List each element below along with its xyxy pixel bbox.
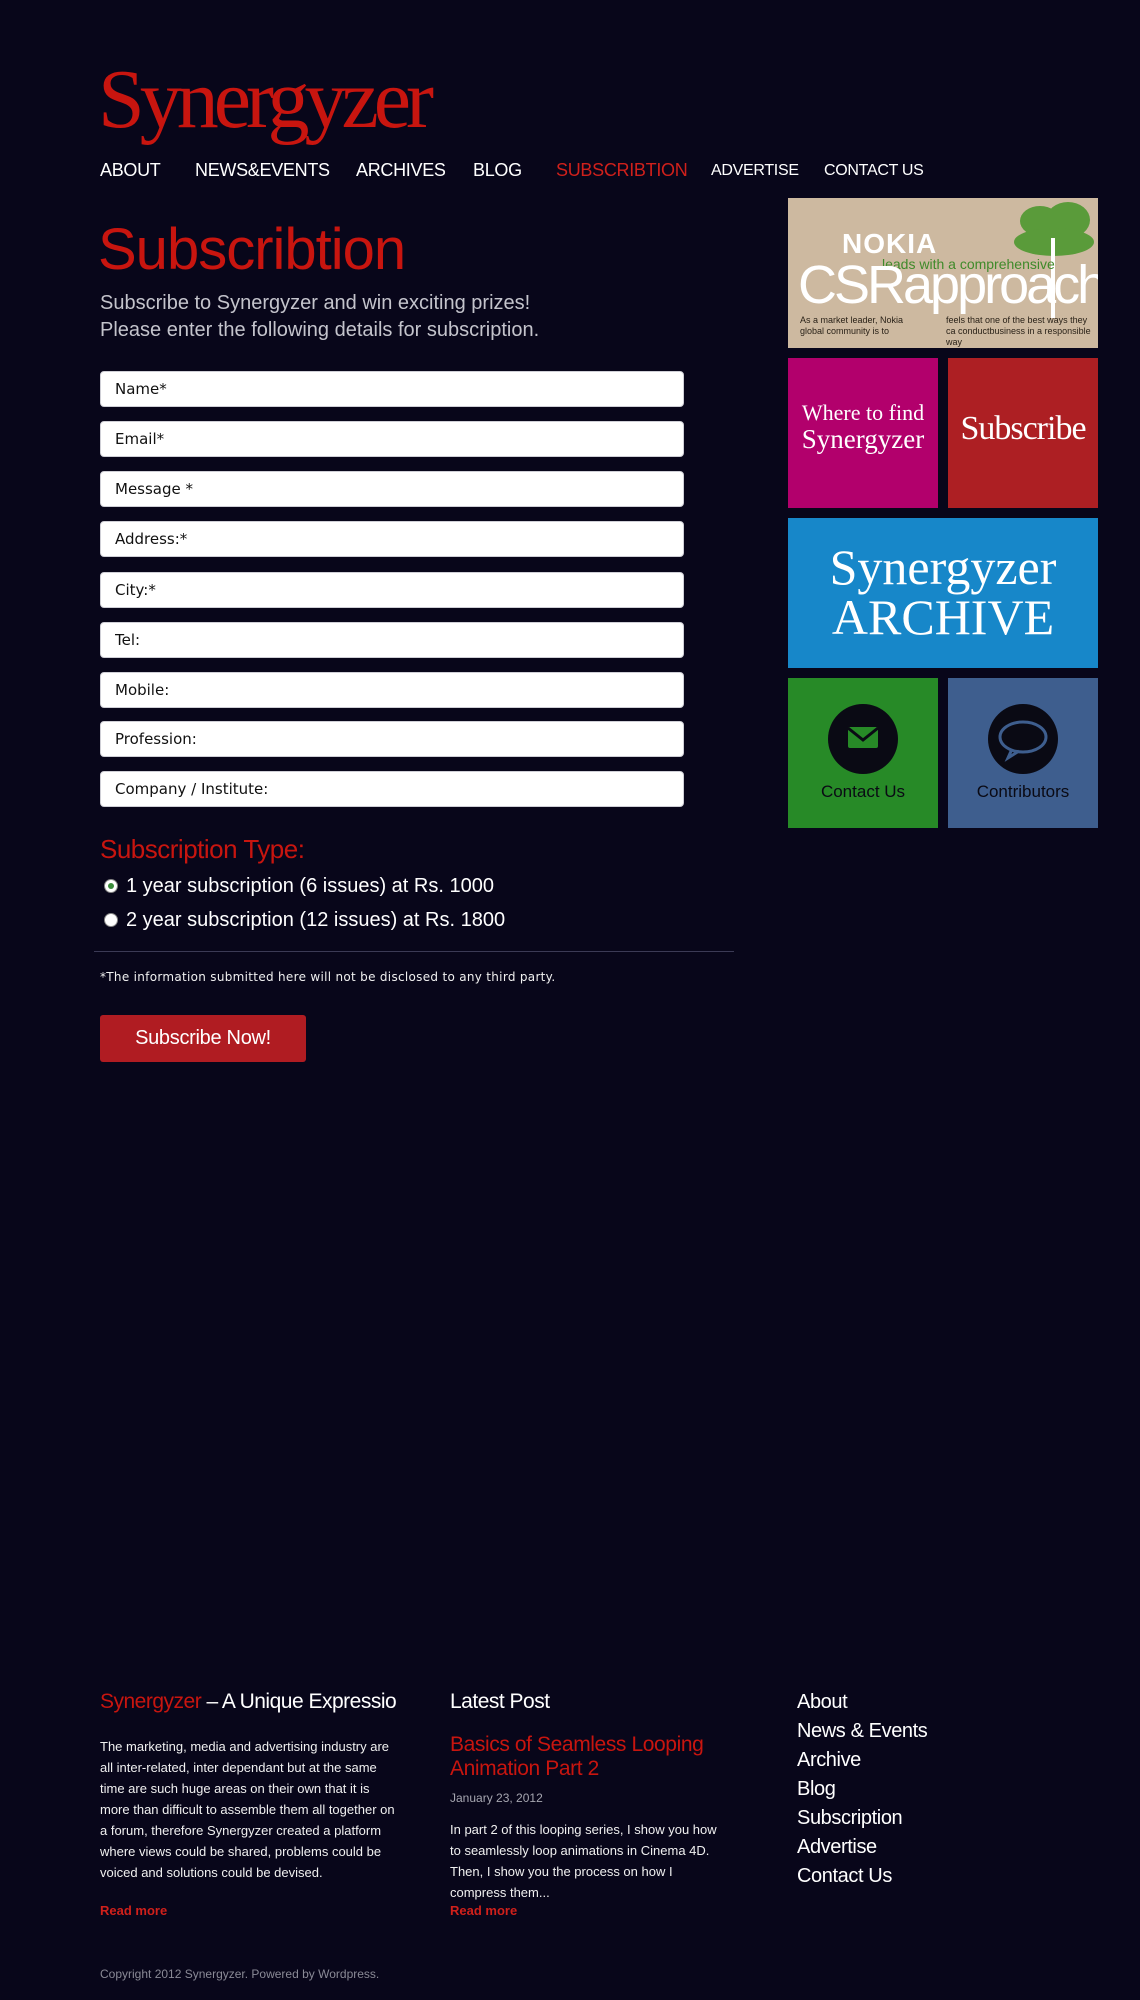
copyright-text: Copyright 2012 Synergyzer. Powered by Wo… — [100, 1967, 380, 1981]
latest-post-date: January 23, 2012 — [450, 1791, 543, 1805]
latest-post-read-more-link[interactable]: Read more — [450, 1903, 517, 1918]
profession-field[interactable] — [100, 721, 684, 757]
footer-about-title-rest: – A Unique Expressio — [201, 1690, 397, 1713]
footer-about-brand: Synergyzer — [100, 1690, 202, 1713]
footer-about-read-more-link[interactable]: Read more — [100, 1903, 167, 1918]
tel-field[interactable] — [100, 622, 684, 658]
nav-item-advertise[interactable]: ADVERTISE — [711, 162, 799, 180]
subscription-option-label: 1 year subscription (6 issues) at Rs. 10… — [126, 874, 494, 897]
intro-line-1: Subscribe to Synergyzer and win exciting… — [100, 292, 531, 314]
footer-link-advertise[interactable]: Advertise — [797, 1833, 927, 1862]
footer-link-news-events[interactable]: News & Events — [797, 1717, 928, 1746]
subscription-option-1-year[interactable]: 1 year subscription (6 issues) at Rs. 10… — [100, 873, 494, 899]
archive-tile-line-1: Synergyzer — [829, 539, 1057, 595]
subscribe-now-button[interactable]: Subscribe Now! — [100, 1015, 306, 1062]
intro-line-2: Please enter the following details for s… — [100, 319, 540, 341]
address-field[interactable] — [100, 521, 684, 557]
envelope-icon — [828, 704, 898, 774]
nav-item-subscribtion[interactable]: SUBSCRIBTION — [556, 160, 688, 181]
nav-item-blog[interactable]: BLOG — [473, 160, 522, 181]
radio-button-checked[interactable] — [104, 879, 118, 893]
subscribe-tile[interactable]: Subscribe — [948, 358, 1098, 508]
footer-link-blog[interactable]: Blog — [797, 1775, 927, 1804]
footer-about-title: Synergyzer – A Unique Expressio — [100, 1690, 397, 1714]
speech-bubble-icon — [988, 704, 1058, 774]
form-divider — [94, 951, 734, 952]
subscribe-tile-label: Subscribe — [960, 410, 1086, 447]
footer-links: About News & Events Archive Blog Subscri… — [797, 1688, 928, 1891]
footer-link-about[interactable]: About — [797, 1688, 927, 1717]
archive-tile-line-2: ARCHIVE — [831, 589, 1055, 645]
message-field[interactable] — [100, 471, 684, 507]
city-field[interactable] — [100, 572, 684, 608]
intro-text: Subscribe to Synergyzer and win exciting… — [100, 290, 539, 344]
nav-item-archives[interactable]: ARCHIVES — [356, 160, 446, 181]
footer-link-subscription[interactable]: Subscription — [797, 1804, 927, 1833]
email-field[interactable] — [100, 421, 684, 457]
archive-tile[interactable]: Synergyzer ARCHIVE — [788, 518, 1098, 668]
site-logo[interactable]: Synergyzer — [98, 58, 434, 142]
footer-latest-post-title: Latest Post — [450, 1690, 550, 1713]
radio-button[interactable] — [104, 913, 118, 927]
mobile-field[interactable] — [100, 672, 684, 708]
nav-item-about[interactable]: ABOUT — [100, 160, 161, 181]
main-nav: ABOUT NEWS&EVENTS ARCHIVES BLOG SUBSCRIB… — [100, 160, 940, 190]
contributors-tile[interactable]: Contributors — [948, 678, 1098, 828]
footer-link-archive[interactable]: Archive — [797, 1746, 927, 1775]
contact-us-tile[interactable]: Contact Us — [788, 678, 938, 828]
name-field[interactable] — [100, 371, 684, 407]
where-to-find-tile[interactable]: Where to find Synergyzer — [788, 358, 938, 508]
footer-link-contact-us[interactable]: Contact Us — [797, 1862, 927, 1891]
page-title: Subscribtion — [98, 217, 406, 282]
subscription-option-label: 2 year subscription (12 issues) at Rs. 1… — [126, 908, 506, 931]
ad-headline: CSRapproach — [798, 255, 1098, 315]
nokia-csr-ad[interactable]: NOKIA leads with a comprehensive CSRappr… — [788, 198, 1098, 348]
latest-post-link[interactable]: Basics of Seamless Looping Animation Par… — [450, 1733, 710, 1781]
where-tile-line-1: Where to find — [801, 400, 925, 425]
ad-text-left: As a market leader, Nokia global communi… — [800, 315, 904, 336]
subscription-type-heading: Subscription Type: — [100, 834, 305, 864]
footer-about-text: The marketing, media and advertising ind… — [100, 1739, 395, 1880]
nav-item-contact-us[interactable]: CONTACT US — [824, 162, 924, 180]
contributors-tile-label: Contributors — [976, 782, 1070, 801]
privacy-disclaimer: *The information submitted here will not… — [100, 970, 556, 984]
nav-item-news-events[interactable]: NEWS&EVENTS — [195, 160, 330, 181]
latest-post-excerpt: In part 2 of this looping series, I show… — [450, 1822, 717, 1900]
company-field[interactable] — [100, 771, 684, 807]
where-tile-line-2: Synergyzer — [801, 424, 925, 454]
contact-us-tile-label: Contact Us — [820, 782, 906, 801]
subscription-option-2-year[interactable]: 2 year subscription (12 issues) at Rs. 1… — [100, 907, 505, 933]
ad-text-right: feels that one of the best ways they ca … — [946, 315, 1091, 347]
